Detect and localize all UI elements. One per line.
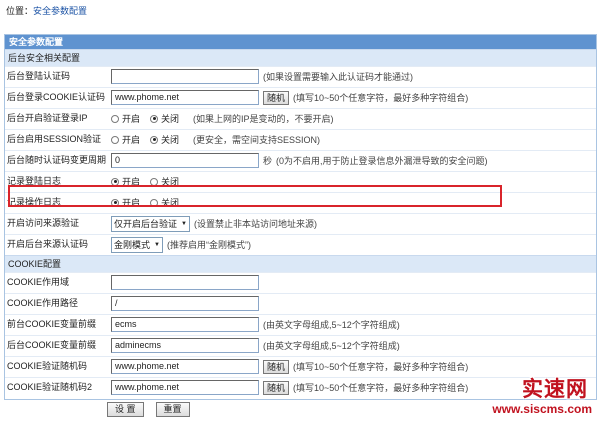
- row-cookie-code: 后台登录COOKIE认证码 www.phome.net 随机 (填写10~50个…: [5, 87, 596, 108]
- radio-label: 开启: [122, 177, 141, 187]
- hint-front-prefix: (由英文字母组成,5~12个字符组成): [263, 320, 400, 330]
- form-actions: 设 置 重置: [107, 402, 202, 417]
- section-header-backend: 后台安全相关配置: [5, 49, 596, 66]
- watermark-name: 实速网: [522, 378, 588, 401]
- label-cookie-path: COOKIE作用路径: [7, 298, 79, 308]
- radio-button-icon: [111, 135, 119, 144]
- random-button-cookie-rand2[interactable]: 随机: [263, 380, 290, 395]
- row-cookie-rand2: COOKIE验证随机码2 www.phome.net 随机 (填写10~50个任…: [5, 377, 596, 398]
- hint-source-check: (设置禁止非本站访问地址来源): [193, 219, 317, 229]
- radio-ip-check-on[interactable]: 开启: [111, 112, 140, 125]
- label-cookie-rand2: COOKIE验证随机码2: [7, 382, 93, 392]
- row-source-code: 开启后台来源认证码 金刚模式 ▼ (推荐启用“金刚模式”): [5, 234, 596, 255]
- random-button-cookie-code[interactable]: 随机: [263, 90, 290, 105]
- radio-label: 关闭: [161, 114, 180, 124]
- cookie-code-input[interactable]: www.phome.net: [111, 90, 259, 105]
- radio-button-selected-icon: [150, 114, 159, 123]
- captcha-input[interactable]: [111, 69, 259, 84]
- radio-button-icon: [150, 177, 159, 186]
- radio-label: 开启: [122, 135, 141, 145]
- cookie-path-input[interactable]: /: [111, 296, 259, 311]
- row-login-log: 记录登陆日志 开启 关闭: [5, 171, 596, 192]
- front-prefix-input[interactable]: ecms: [111, 317, 259, 332]
- label-ip-check: 后台开启验证登录IP: [7, 113, 88, 123]
- label-code-change: 后台随时认证码变更周期: [7, 155, 107, 165]
- unit-seconds: 秒: [263, 156, 273, 166]
- breadcrumb-current-link[interactable]: 安全参数配置: [33, 6, 87, 16]
- hint-source-code: (推荐启用“金刚模式”): [166, 240, 251, 250]
- label-op-log: 记录操作日志: [7, 197, 62, 207]
- dropdown-arrow-icon: ▼: [154, 241, 160, 248]
- label-cookie-rand: COOKIE验证随机码: [7, 361, 88, 371]
- row-cookie-domain: COOKIE作用域: [5, 272, 596, 293]
- dropdown-arrow-icon: ▼: [181, 220, 187, 227]
- radio-label: 关闭: [161, 135, 180, 145]
- radio-op-log-on[interactable]: 开启: [111, 196, 140, 209]
- label-back-prefix: 后台COOKIE变量前缀: [7, 340, 97, 350]
- hint-code-change: (0为不启用,用于防止登录信息外漏泄导致的安全问题): [276, 156, 488, 166]
- row-back-prefix: 后台COOKIE变量前缀 adminecms (由英文字母组成,5~12个字符组…: [5, 335, 596, 356]
- radio-op-log-off[interactable]: 关闭: [150, 196, 179, 209]
- hint-back-prefix: (由英文字母组成,5~12个字符组成): [263, 341, 400, 351]
- reset-button[interactable]: 重置: [155, 402, 190, 417]
- row-captcha: 后台登陆认证码 (如果设置需要输入此认证码才能通过): [5, 66, 596, 87]
- random-button-cookie-rand[interactable]: 随机: [263, 359, 290, 374]
- submit-button[interactable]: 设 置: [107, 402, 144, 417]
- hint-captcha: (如果设置需要输入此认证码才能通过): [263, 72, 413, 82]
- cookie-domain-input[interactable]: [111, 275, 259, 290]
- radio-session-on[interactable]: 开启: [111, 133, 140, 146]
- settings-panel: 安全参数配置 后台安全相关配置 后台登陆认证码 (如果设置需要输入此认证码才能通…: [4, 34, 597, 400]
- cookie-rand2-input[interactable]: www.phome.net: [111, 380, 259, 395]
- label-source-check: 开启访问来源验证: [7, 218, 80, 228]
- row-code-change: 后台随时认证码变更周期 0 秒 (0为不启用,用于防止登录信息外漏泄导致的安全问…: [5, 150, 596, 171]
- row-cookie-rand: COOKIE验证随机码 www.phome.net 随机 (填写10~50个任意…: [5, 356, 596, 377]
- watermark-url: www.siscms.com: [492, 402, 592, 416]
- breadcrumb-prefix: 位置：: [6, 6, 34, 16]
- panel-title: 安全参数配置: [5, 35, 596, 49]
- select-value: 金刚模式: [114, 240, 151, 250]
- section-header-cookie: COOKIE配置: [5, 255, 596, 272]
- radio-button-icon: [111, 114, 119, 123]
- hint-cookie-rand: (填写10~50个任意字符，最好多种字符组合): [293, 362, 469, 372]
- label-login-log: 记录登陆日志: [7, 176, 62, 186]
- radio-label: 关闭: [161, 177, 180, 187]
- hint-cookie-rand2: (填写10~50个任意字符，最好多种字符组合): [293, 383, 469, 393]
- radio-label: 开启: [122, 114, 141, 124]
- select-value: 仅开启后台验证: [114, 219, 178, 229]
- cookie-rand-input[interactable]: www.phome.net: [111, 359, 259, 374]
- hint-session: (更安全，需空间支持SESSION): [193, 135, 321, 145]
- hint-ip-check: (如果上网的IP是变动的，不要开启): [193, 114, 334, 124]
- row-front-prefix: 前台COOKIE变量前缀 ecms (由英文字母组成,5~12个字符组成): [5, 314, 596, 335]
- hint-cookie-code: (填写10~50个任意字符，最好多种字符组合): [293, 93, 469, 103]
- radio-label: 关闭: [161, 198, 180, 208]
- radio-button-selected-icon: [111, 198, 119, 207]
- label-session: 后台启用SESSION验证: [7, 134, 102, 144]
- radio-login-log-on[interactable]: 开启: [111, 175, 140, 188]
- back-prefix-input[interactable]: adminecms: [111, 338, 259, 353]
- source-code-select[interactable]: 金刚模式 ▼: [111, 236, 163, 253]
- row-session: 后台启用SESSION验证 开启 关闭 (更安全，需空间支持SESSION): [5, 129, 596, 150]
- radio-button-selected-icon: [111, 177, 119, 186]
- label-front-prefix: 前台COOKIE变量前缀: [7, 319, 97, 329]
- code-change-input[interactable]: 0: [111, 153, 259, 168]
- source-check-select[interactable]: 仅开启后台验证 ▼: [111, 215, 190, 232]
- label-cookie-code: 后台登录COOKIE认证码: [7, 92, 106, 102]
- row-cookie-path: COOKIE作用路径 /: [5, 293, 596, 314]
- radio-ip-check-off[interactable]: 关闭: [150, 112, 179, 125]
- row-ip-check: 后台开启验证登录IP 开启 关闭 (如果上网的IP是变动的，不要开启): [5, 108, 596, 129]
- label-cookie-domain: COOKIE作用域: [7, 277, 70, 287]
- row-op-log: 记录操作日志 开启 关闭: [5, 192, 596, 213]
- breadcrumb: 位置：安全参数配置: [6, 4, 87, 18]
- label-captcha: 后台登陆认证码: [7, 71, 71, 81]
- row-source-check: 开启访问来源验证 仅开启后台验证 ▼ (设置禁止非本站访问地址来源): [5, 213, 596, 234]
- radio-label: 开启: [122, 198, 141, 208]
- radio-login-log-off[interactable]: 关闭: [150, 175, 179, 188]
- radio-button-selected-icon: [150, 135, 159, 144]
- radio-button-icon: [150, 198, 159, 207]
- label-source-code: 开启后台来源认证码: [7, 239, 89, 249]
- radio-session-off[interactable]: 关闭: [150, 133, 179, 146]
